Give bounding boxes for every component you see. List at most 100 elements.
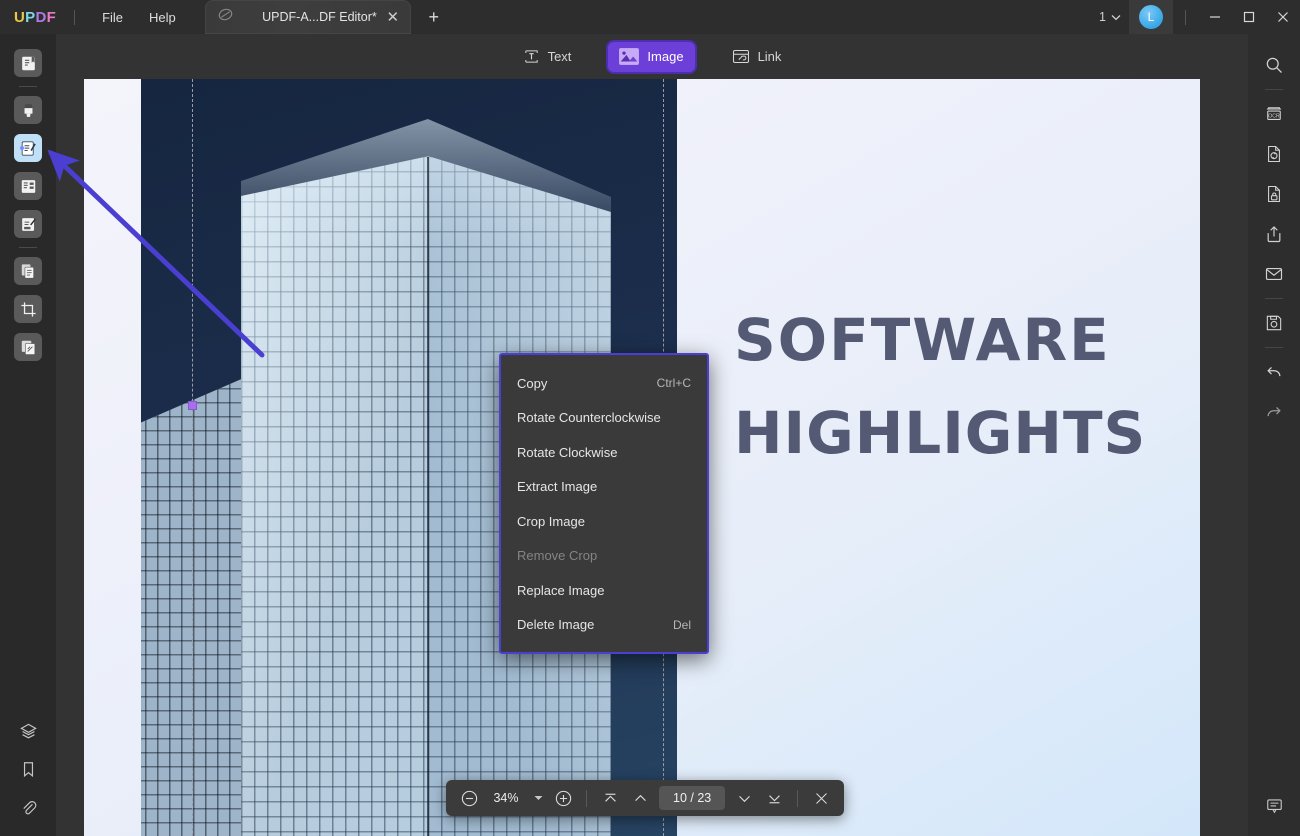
right-sidebar-share[interactable]	[1257, 217, 1291, 251]
tower-lower-block	[141, 374, 253, 836]
context-menu-item-rotate-ccw-label: Rotate Counterclockwise	[517, 410, 661, 426]
tool-link-label: Link	[757, 49, 782, 64]
context-menu-item-delete-image-shortcut: Del	[672, 617, 691, 632]
right-sidebar-email[interactable]	[1257, 257, 1291, 291]
sidebar-item-bookmarks[interactable]	[10, 752, 46, 786]
comment-icon	[1266, 798, 1282, 813]
context-menu-item-remove-crop-label: Remove Crop	[517, 548, 598, 564]
context-menu-item-copy[interactable]: Copy Ctrl+C	[501, 366, 707, 401]
logo-letter-d: D	[35, 8, 47, 26]
context-menu-item-replace-image[interactable]: Replace Image	[501, 573, 707, 608]
page-headline[interactable]: SOFTWARE HIGHLIGHTS	[734, 294, 1164, 480]
previous-page-button[interactable]	[626, 784, 654, 812]
menu-help[interactable]: Help	[136, 6, 189, 29]
right-sidebar-convert[interactable]	[1257, 137, 1291, 171]
maximize-button[interactable]	[1232, 0, 1266, 34]
right-sidebar-save[interactable]	[1257, 306, 1291, 340]
right-sidebar-ocr[interactable]: OCR	[1257, 97, 1291, 131]
context-menu-item-rotate-ccw[interactable]: Rotate Counterclockwise	[501, 401, 707, 436]
context-menu-item-delete-image-label: Delete Image	[517, 617, 595, 633]
zoom-in-button[interactable]	[549, 784, 577, 812]
right-sidebar-comment[interactable]	[1257, 788, 1291, 822]
tab-document-icon	[217, 6, 234, 28]
zoom-out-button[interactable]	[455, 784, 483, 812]
headline-line-2: HIGHLIGHTS	[734, 398, 1147, 467]
image-context-menu[interactable]: Copy Ctrl+C Rotate Counterclockwise Rota…	[499, 353, 709, 654]
account-button[interactable]: L	[1129, 0, 1173, 34]
share-icon	[1267, 226, 1281, 243]
left-sidebar	[0, 34, 56, 836]
headline-line-1: SOFTWARE	[734, 306, 1111, 374]
window-tab-count[interactable]: 1	[1091, 7, 1129, 27]
tool-image-label: Image	[647, 49, 684, 64]
zoom-dropdown-caret-icon[interactable]	[529, 784, 547, 812]
prepare-form-icon	[21, 217, 36, 231]
active-indicator-dot	[20, 146, 24, 150]
tool-image[interactable]: Image	[608, 41, 695, 72]
tool-link[interactable]: Link	[721, 42, 793, 72]
right-sidebar-redo[interactable]	[1257, 395, 1291, 429]
context-menu-item-crop-image-label: Crop Image	[517, 513, 585, 529]
reader-icon	[21, 56, 35, 70]
context-menu-item-delete-image[interactable]: Delete Image Del	[501, 608, 707, 643]
sidebar-item-edit-pdf[interactable]	[0, 129, 56, 167]
last-page-button[interactable]	[760, 784, 788, 812]
sidebar-item-crop-page[interactable]	[0, 290, 56, 328]
right-sidebar-bottom	[1248, 782, 1300, 828]
chevron-down-icon	[1111, 10, 1121, 24]
tool-text[interactable]: Text	[512, 42, 583, 72]
zoom-out-icon	[461, 790, 477, 806]
right-divider-3	[1265, 347, 1283, 348]
close-button[interactable]	[1266, 0, 1300, 34]
document-tab[interactable]: UPDF-A...DF Editor* ✕	[204, 0, 411, 34]
context-menu-item-extract-image[interactable]: Extract Image	[501, 470, 707, 505]
menu-file[interactable]: File	[89, 6, 136, 29]
crop-page-icon	[20, 301, 36, 317]
close-icon	[815, 792, 827, 804]
left-sidebar-bottom	[0, 710, 56, 828]
ocr-icon: OCR	[1266, 107, 1282, 120]
close-navigation-button[interactable]	[807, 784, 835, 812]
paperclip-icon	[22, 800, 36, 814]
sidebar-item-annotate[interactable]	[0, 91, 56, 129]
next-page-button[interactable]	[730, 784, 758, 812]
bookmark-icon	[23, 761, 33, 777]
sidebar-item-convert[interactable]	[0, 252, 56, 290]
chevron-up-icon	[634, 794, 646, 801]
context-menu-item-extract-image-label: Extract Image	[517, 479, 598, 495]
window-tab-count-value: 1	[1099, 10, 1106, 24]
new-tab-button[interactable]: +	[421, 4, 447, 30]
page-indicator[interactable]: 10 / 23	[659, 786, 726, 810]
window-controls-divider	[1185, 9, 1186, 25]
tab-close-icon[interactable]: ✕	[383, 7, 403, 27]
chevron-down-icon	[738, 795, 750, 802]
sidebar-item-prepare-form[interactable]	[0, 205, 56, 243]
sidebar-item-layers[interactable]	[10, 714, 46, 748]
context-menu-item-remove-crop: Remove Crop	[501, 539, 707, 574]
minimize-button[interactable]	[1198, 0, 1232, 34]
context-menu-item-rotate-cw-label: Rotate Clockwise	[517, 444, 618, 460]
right-divider-2	[1265, 298, 1283, 299]
right-sidebar-search[interactable]	[1257, 48, 1291, 82]
sidebar-item-batch[interactable]	[0, 328, 56, 366]
image-selection-handle-left[interactable]	[188, 401, 197, 410]
convert-icon	[1268, 145, 1280, 163]
edit-toolbar: Text Image Link	[56, 34, 1248, 79]
sidebar-item-organize-pages[interactable]	[0, 167, 56, 205]
context-menu-item-rotate-cw[interactable]: Rotate Clockwise	[501, 435, 707, 470]
tower-corner-edge	[427, 157, 429, 836]
sidebar-item-reader[interactable]	[0, 44, 56, 82]
first-page-icon	[604, 793, 616, 802]
bottombar-divider-1	[586, 789, 587, 807]
right-sidebar-undo[interactable]	[1257, 355, 1291, 389]
organize-pages-icon	[21, 179, 35, 193]
context-menu-item-crop-image[interactable]: Crop Image	[501, 504, 707, 539]
right-sidebar-protect[interactable]	[1257, 177, 1291, 211]
zoom-level-value[interactable]: 34%	[485, 791, 527, 805]
sidebar-item-attachments[interactable]	[10, 790, 46, 824]
first-page-button[interactable]	[596, 784, 624, 812]
logo-letter-f: F	[46, 8, 57, 26]
avatar: L	[1139, 5, 1163, 29]
image-icon	[619, 48, 640, 65]
caret-down-icon	[534, 796, 542, 800]
